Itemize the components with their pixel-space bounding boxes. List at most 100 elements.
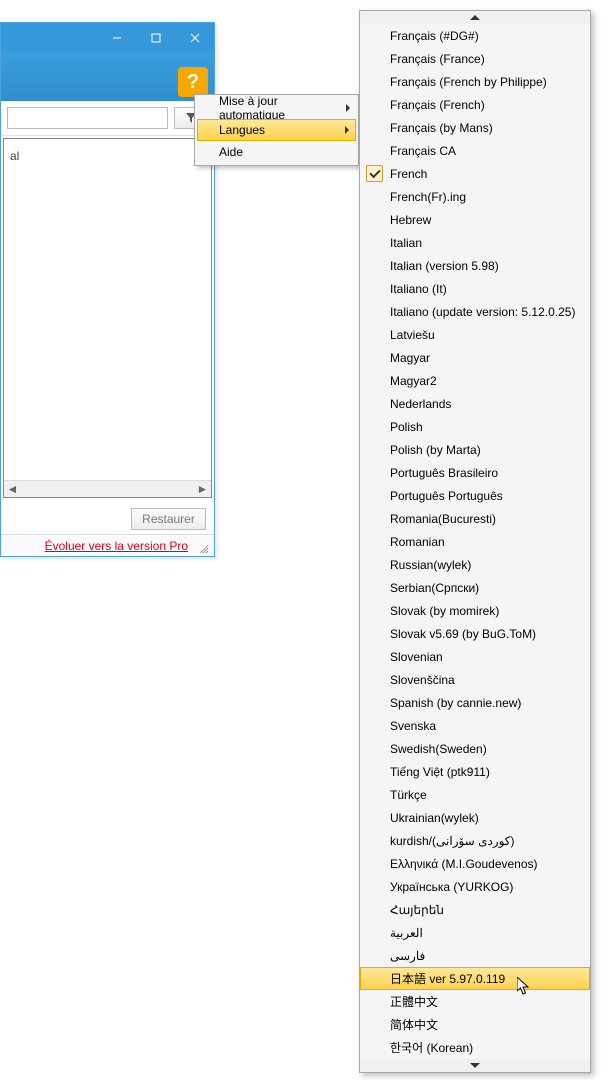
chevron-up-icon [470,15,480,20]
main-window: ? al ◄ ► Restaurer Évoluer vers la versi… [0,22,215,557]
language-option[interactable]: Polish (by Marta) [360,438,590,461]
language-option[interactable]: العربية [360,921,590,944]
language-label: Russian(wylek) [390,558,471,572]
language-option[interactable]: Romania(Bucuresti) [360,507,590,530]
scroll-down-button[interactable] [360,1059,590,1072]
language-option[interactable]: Polish [360,415,590,438]
maximize-button[interactable] [136,23,175,53]
language-option[interactable]: Magyar2 [360,369,590,392]
language-label: kurdish/(کوردی سۆرانی) [390,834,515,848]
language-option[interactable]: Português Português [360,484,590,507]
close-icon [190,33,200,43]
language-option[interactable]: Français (French by Philippe) [360,70,590,93]
language-label: Հայերեն [390,903,444,917]
language-label: French [390,167,427,181]
context-menu: Mise à jour automatiqueLangues Aide [194,94,359,166]
language-option[interactable]: 正體中文 [360,990,590,1013]
language-option[interactable]: Nederlands [360,392,590,415]
menu-item-label: Langues [219,123,265,137]
horizontal-scrollbar[interactable]: ◄ ► [4,480,211,497]
menu-item-label: Mise à jour automatique [219,94,336,122]
language-label: Français (French) [390,98,485,112]
upgrade-pro-link[interactable]: Évoluer vers la version Pro [45,539,188,553]
language-option[interactable]: 简体中文 [360,1013,590,1036]
language-option[interactable]: Français (French) [360,93,590,116]
language-label: Italiano (update version: 5.12.0.25) [390,305,575,319]
menu-item-aide[interactable]: Aide [197,141,356,163]
language-label: Magyar2 [390,374,437,388]
check-icon [366,165,383,182]
resize-grip[interactable] [194,539,208,553]
menu-item-label: Aide [219,145,243,159]
language-label: Italian [390,236,422,250]
close-button[interactable] [175,23,214,53]
menu-item-mise-jour-automatique[interactable]: Mise à jour automatique [197,97,356,119]
language-option[interactable]: Français (#DG#) [360,24,590,47]
language-label: 简体中文 [390,1016,438,1033]
chevron-right-icon [346,104,350,112]
language-label: Slovak v5.69 (by BuG.ToM) [390,627,536,641]
language-option[interactable]: Svenska [360,714,590,737]
language-option[interactable]: Italiano (It) [360,277,590,300]
language-label: Slovak (by momirek) [390,604,499,618]
restore-button[interactable]: Restaurer [131,508,206,530]
titlebar [1,23,214,53]
language-label: Français (by Mans) [390,121,493,135]
language-option[interactable]: French [360,162,590,185]
language-option[interactable]: 日本語 ver 5.97.0.119 [360,967,590,990]
language-option[interactable]: Serbian(Српски) [360,576,590,599]
language-option[interactable]: Russian(wylek) [360,553,590,576]
toolbar: ? [1,53,214,101]
language-label: Ukrainian(wylek) [390,811,479,825]
language-option[interactable]: Latviešu [360,323,590,346]
language-option[interactable]: Français CA [360,139,590,162]
language-option[interactable]: Українська (YURKOG) [360,875,590,898]
scroll-left-icon[interactable]: ◄ [4,481,21,498]
language-option[interactable]: Français (France) [360,47,590,70]
language-option[interactable]: Ukrainian(wylek) [360,806,590,829]
language-label: Ελληνικά (M.I.Goudevenos) [390,857,538,871]
language-label: Français (French by Philippe) [390,75,547,89]
language-label: Slovenian [390,650,443,664]
language-option[interactable]: Hebrew [360,208,590,231]
language-label: Slovenščina [390,673,455,687]
language-label: Italian (version 5.98) [390,259,499,273]
language-label: العربية [390,926,423,940]
language-option[interactable]: Magyar [360,346,590,369]
language-option[interactable]: Italian (version 5.98) [360,254,590,277]
language-option[interactable]: Slovak (by momirek) [360,599,590,622]
language-label: Français (#DG#) [390,29,479,43]
language-label: 日本語 ver 5.97.0.119 [390,970,505,987]
language-option[interactable]: Türkçe [360,783,590,806]
button-row: Restaurer [1,500,214,538]
language-option[interactable]: Tiếng Việt (ptk911) [360,760,590,783]
language-label: 한국어 (Korean) [390,1039,473,1056]
language-option[interactable]: Slovenščina [360,668,590,691]
language-option[interactable]: Slovenian [360,645,590,668]
language-option[interactable]: Português Brasileiro [360,461,590,484]
language-option[interactable]: Italiano (update version: 5.12.0.25) [360,300,590,323]
search-input[interactable] [7,107,168,129]
language-option[interactable]: فارسی [360,944,590,967]
language-option[interactable]: French(Fr).ing [360,185,590,208]
language-option[interactable]: Հայերեն [360,898,590,921]
scroll-right-icon[interactable]: ► [194,481,211,498]
language-label: Français (France) [390,52,485,66]
language-label: Français CA [390,144,456,158]
minimize-button[interactable] [97,23,136,53]
help-button[interactable]: ? [178,67,208,97]
language-option[interactable]: kurdish/(کوردی سۆرانی) [360,829,590,852]
menu-item-langues[interactable]: Langues [197,119,356,141]
language-option[interactable]: Français (by Mans) [360,116,590,139]
language-option[interactable]: 한국어 (Korean) [360,1036,590,1059]
language-option[interactable]: Swedish(Sweden) [360,737,590,760]
languages-menu: Français (#DG#) Français (France) Français… [359,10,591,1073]
language-option[interactable]: Slovak v5.69 (by BuG.ToM) [360,622,590,645]
language-label: Türkçe [390,788,427,802]
language-option[interactable]: Italian [360,231,590,254]
language-label: French(Fr).ing [390,190,466,204]
scroll-up-button[interactable] [360,11,590,24]
language-option[interactable]: Ελληνικά (M.I.Goudevenos) [360,852,590,875]
language-option[interactable]: Romanian [360,530,590,553]
language-option[interactable]: Spanish (by cannie.new) [360,691,590,714]
